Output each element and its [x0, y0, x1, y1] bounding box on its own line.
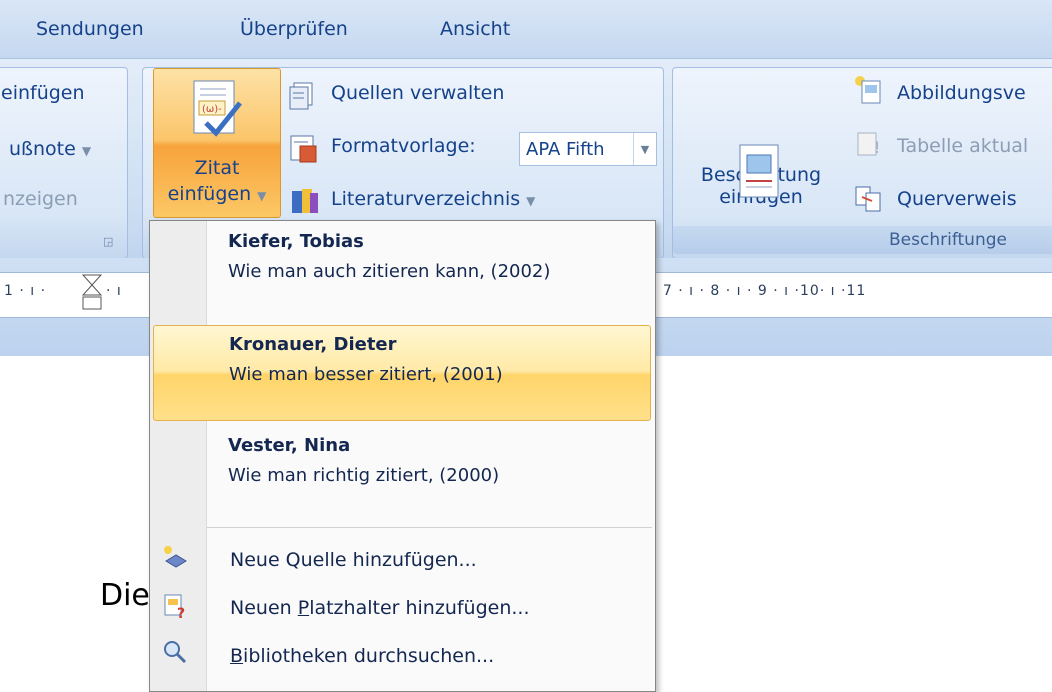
tab-ueberpruefen[interactable]: Überprüfen	[240, 18, 348, 40]
insert-footnote-button[interactable]: einfügen	[1, 82, 85, 104]
citation-item-vester[interactable]: Vester, Nina Wie man richtig zitiert, (2…	[153, 427, 649, 523]
citation-title: Wie man auch zitieren kann, (2002)	[228, 261, 551, 282]
show-notes-button[interactable]: nzeigen	[3, 188, 78, 210]
add-placeholder-button[interactable]: Neuen Platzhalter hinzufügen...	[230, 597, 530, 619]
indent-marker-icon[interactable]	[80, 273, 104, 317]
bibliography-button[interactable]: Literaturverzeichnis ▼	[331, 188, 535, 210]
dialog-launcher-icon[interactable]: ◲	[103, 235, 113, 248]
update-table-button[interactable]: Tabelle aktual	[897, 135, 1028, 157]
new-source-icon	[164, 546, 187, 568]
next-footnote-button[interactable]: ußnote ▼	[9, 138, 91, 160]
tab-sendungen[interactable]: Sendungen	[36, 18, 144, 40]
footnotes-group: einfügen ußnote ▼ nzeigen ◲	[0, 67, 128, 259]
citation-author: Kronauer, Dieter	[229, 334, 397, 355]
menu-separator	[207, 527, 652, 528]
ribbon-tab-bar: Sendungen Überprüfen Ansicht	[0, 0, 1052, 58]
citation-author: Vester, Nina	[228, 435, 351, 456]
citation-item-kiefer[interactable]: Kiefer, Tobias Wie man auch zitieren kan…	[153, 223, 649, 319]
tab-ansicht[interactable]: Ansicht	[440, 18, 510, 40]
svg-text:!: !	[874, 138, 880, 157]
manage-sources-icon	[289, 82, 313, 110]
update-table-icon: !	[857, 132, 880, 157]
citation-menu: Kiefer, Tobias Wie man auch zitieren kan…	[149, 220, 656, 692]
add-new-source-button[interactable]: Neue Quelle hinzufügen...	[230, 549, 477, 571]
style-icon	[290, 135, 317, 163]
search-libraries-button[interactable]: Bibliotheken durchsuchen...	[230, 645, 494, 667]
chevron-down-icon: ▼	[526, 194, 536, 208]
ruler-right-ticks: · 7 · ı · 8 · ı · 9 · ı ·10· ı ·11	[652, 283, 867, 299]
svg-text:(ω)-: (ω)-	[202, 104, 222, 115]
citation-item-kronauer[interactable]: Kronauer, Dieter Wie man besser zitiert,…	[153, 325, 651, 421]
style-label: Formatvorlage:	[331, 135, 476, 157]
insert-citation-button[interactable]: (ω)- Zitat einfügen ▼	[153, 68, 281, 218]
bibliography-icon	[292, 189, 318, 213]
insert-citation-icon: (ω)-	[193, 80, 242, 137]
insert-citation-label-1: Zitat	[194, 157, 240, 179]
table-of-figures-icon	[855, 76, 881, 104]
insert-citation-label-2: einfügen ▼	[167, 183, 267, 205]
citation-author: Kiefer, Tobias	[228, 231, 364, 252]
chevron-down-icon: ▼	[257, 189, 267, 203]
ruler-left-ticks: 1 · ı ·	[4, 283, 47, 299]
cross-reference-icon	[855, 186, 881, 212]
svg-text:?: ?	[177, 606, 185, 619]
search-libraries-icon	[164, 641, 187, 664]
insert-table-of-figures-button[interactable]: Abbildungsve	[897, 82, 1026, 104]
new-placeholder-icon: ?	[164, 594, 185, 619]
cross-reference-button[interactable]: Querverweis	[897, 188, 1017, 210]
style-dropdown[interactable]: APA Fifth ▼	[519, 132, 657, 166]
document-text: Die	[100, 578, 150, 613]
chevron-down-icon: ▼	[633, 133, 656, 165]
citation-title: Wie man richtig zitiert, (2000)	[228, 465, 500, 486]
citation-title: Wie man besser zitiert, (2001)	[229, 364, 503, 385]
ruler-left-ticks-2: · ı	[106, 283, 122, 299]
captions-group-label: Beschriftunge	[673, 226, 1052, 254]
chevron-down-icon: ▼	[81, 144, 92, 158]
insert-caption-icon	[739, 144, 779, 198]
manage-sources-button[interactable]: Quellen verwalten	[331, 82, 504, 104]
